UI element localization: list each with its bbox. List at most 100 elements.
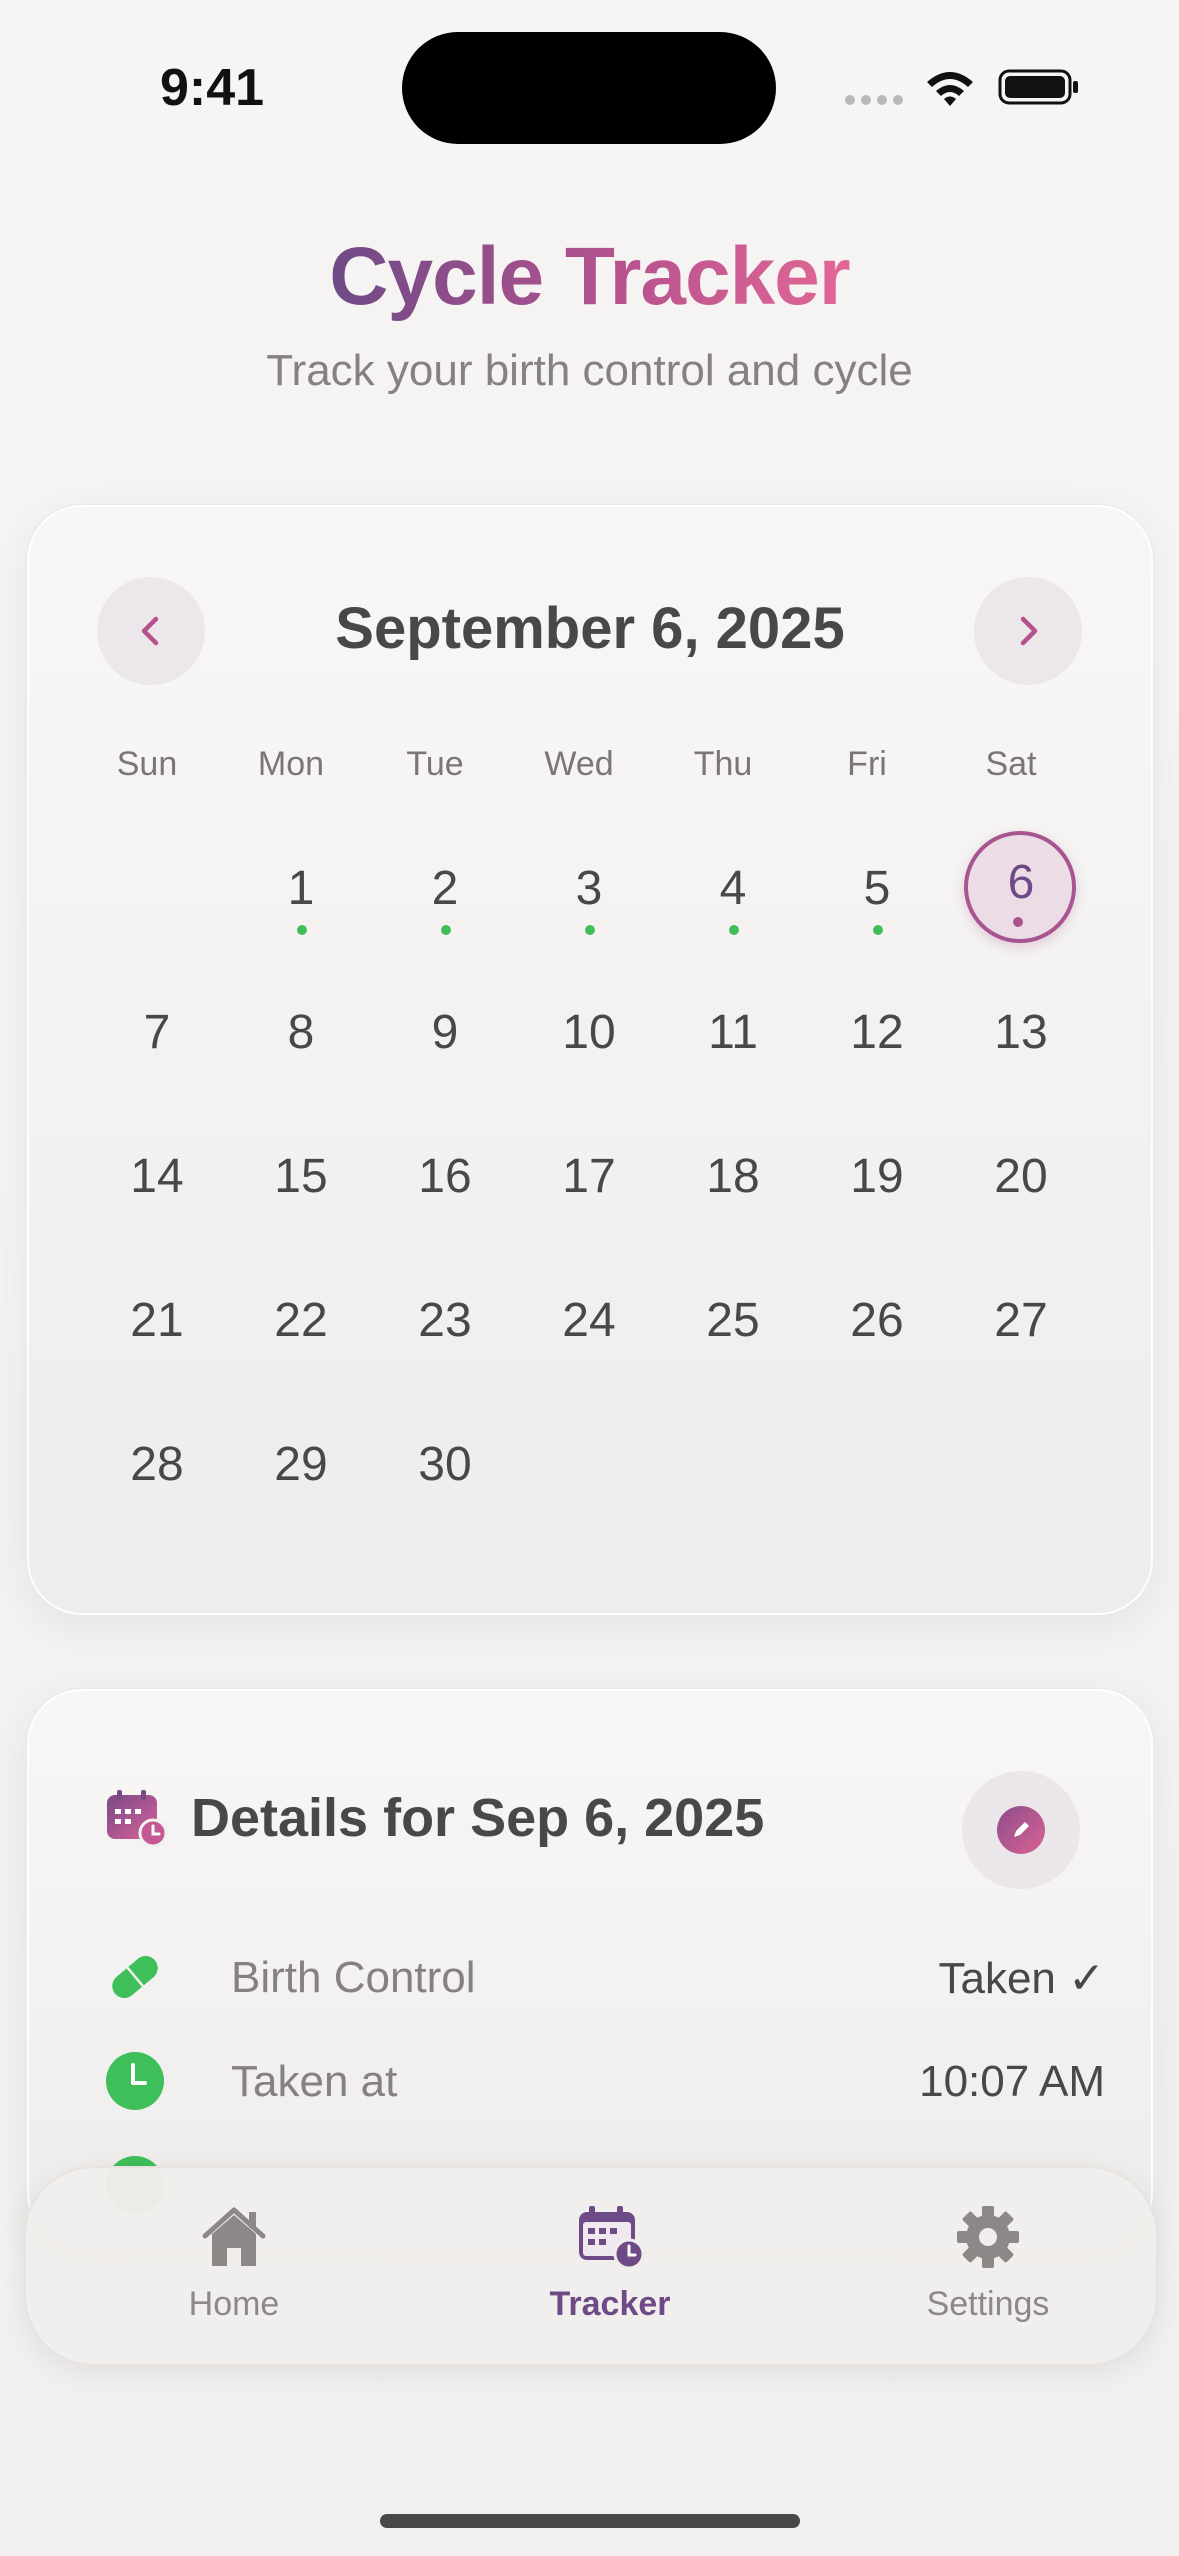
home-indicator xyxy=(380,2514,800,2528)
house-icon xyxy=(202,2207,266,2266)
tab-bar: Home Tracker Settings xyxy=(24,2166,1158,2366)
tab-tracker[interactable]: Tracker xyxy=(500,2204,720,2324)
calendar-day[interactable]: 3 xyxy=(529,831,649,951)
day-number: 20 xyxy=(994,1150,1048,1203)
clock-icon xyxy=(106,2052,164,2110)
calendar-day[interactable]: 7 xyxy=(97,975,217,1095)
tab-label: Settings xyxy=(926,2285,1050,2323)
day-number: 26 xyxy=(850,1294,904,1347)
calendar-day[interactable]: 15 xyxy=(241,1119,361,1239)
calendar-day[interactable]: 10 xyxy=(529,975,649,1095)
day-number: 2 xyxy=(431,862,459,915)
day-number: 27 xyxy=(994,1294,1048,1347)
calendar-day[interactable]: 13 xyxy=(961,975,1081,1095)
detail-value: 10:07 AM xyxy=(919,2057,1105,2106)
calendar-day[interactable]: 8 xyxy=(241,975,361,1095)
calendar-clock-icon xyxy=(579,2206,645,2270)
calendar-day[interactable]: 18 xyxy=(673,1119,793,1239)
detail-row-birth-control: Birth Control Taken ✓ xyxy=(105,1941,1105,2011)
tab-label: Tracker xyxy=(549,2285,671,2323)
day-number: 22 xyxy=(274,1294,328,1347)
weekday-label: Fri xyxy=(847,745,887,783)
day-number: 5 xyxy=(863,862,891,915)
taken-indicator-dot xyxy=(441,925,451,935)
day-number: 6 xyxy=(1007,856,1035,909)
taken-indicator-dot xyxy=(729,925,739,935)
wifi-icon xyxy=(927,72,973,106)
calendar-day[interactable]: 14 xyxy=(97,1119,217,1239)
day-number: 25 xyxy=(706,1294,760,1347)
day-number: 12 xyxy=(850,1006,904,1059)
calendar-day[interactable]: 25 xyxy=(673,1263,793,1383)
weekday-label: Tue xyxy=(406,745,464,783)
calendar-day[interactable]: 16 xyxy=(385,1119,505,1239)
calendar-day[interactable]: 23 xyxy=(385,1263,505,1383)
weekday-label: Thu xyxy=(693,745,753,783)
gear-icon xyxy=(957,2206,1019,2268)
day-number: 24 xyxy=(562,1294,616,1347)
day-number: 1 xyxy=(287,862,315,915)
day-number: 29 xyxy=(274,1438,328,1491)
next-month-button[interactable] xyxy=(974,577,1082,685)
day-number: 9 xyxy=(431,1006,459,1059)
calendar-day[interactable]: 22 xyxy=(241,1263,361,1383)
calendar-day[interactable]: 28 xyxy=(97,1407,217,1527)
dynamic-island xyxy=(402,32,776,144)
edit-button[interactable] xyxy=(962,1771,1080,1889)
calendar-day[interactable]: 5 xyxy=(817,831,937,951)
calendar-day[interactable]: 26 xyxy=(817,1263,937,1383)
page-header: Cycle Tracker Track your birth control a… xyxy=(0,230,1179,396)
day-number: 16 xyxy=(418,1150,472,1203)
weekday-header-row: Sun Mon Tue Wed Thu Fri Sat xyxy=(77,745,1101,795)
detail-label: Taken at xyxy=(231,2057,398,2106)
detail-value: Taken ✓ xyxy=(938,1954,1105,2003)
calendar-day[interactable]: 29 xyxy=(241,1407,361,1527)
day-number: 7 xyxy=(143,1006,171,1059)
detail-label: Birth Control xyxy=(231,1953,476,2002)
detail-row-taken-at: Taken at 10:07 AM xyxy=(105,2045,1105,2115)
calendar-day[interactable]: 27 xyxy=(961,1263,1081,1383)
page-subtitle: Track your birth control and cycle xyxy=(266,346,913,395)
pencil-icon xyxy=(997,1806,1045,1854)
calendar-day[interactable]: 17 xyxy=(529,1119,649,1239)
calendar-day[interactable]: 11 xyxy=(673,975,793,1095)
day-number: 15 xyxy=(274,1150,328,1203)
calendar-day[interactable]: 24 xyxy=(529,1263,649,1383)
day-number: 30 xyxy=(418,1438,472,1491)
calendar-day[interactable]: 21 xyxy=(97,1263,217,1383)
day-number: 4 xyxy=(719,862,747,915)
tab-settings[interactable]: Settings xyxy=(878,2204,1098,2324)
day-number: 17 xyxy=(562,1150,616,1203)
weekday-label: Sun xyxy=(116,745,178,783)
calendar-card: September 6, 2025 Sun Mon Tue Wed Thu Fri Sat … xyxy=(26,504,1154,1616)
day-number: 10 xyxy=(562,1006,616,1059)
day-number: 18 xyxy=(706,1150,760,1203)
day-number: 14 xyxy=(130,1150,184,1203)
cellular-signal-icon xyxy=(845,95,905,105)
calendar-day[interactable]: 4 xyxy=(673,831,793,951)
taken-indicator-dot xyxy=(585,925,595,935)
pill-icon xyxy=(112,1956,158,1998)
tab-home[interactable]: Home xyxy=(124,2204,344,2324)
weekday-label: Wed xyxy=(544,745,614,783)
taken-indicator-dot xyxy=(873,925,883,935)
calendar-day[interactable]: 20 xyxy=(961,1119,1081,1239)
day-number: 13 xyxy=(994,1006,1048,1059)
calendar-day[interactable]: 1 xyxy=(241,831,361,951)
weekday-label: Mon xyxy=(257,745,325,783)
details-title: Details for Sep 6, 2025 xyxy=(191,1788,765,1848)
day-number: 8 xyxy=(287,1006,315,1059)
taken-indicator-dot xyxy=(297,925,307,935)
chevron-right-icon xyxy=(1020,616,1038,646)
calendar-day[interactable]: 19 xyxy=(817,1119,937,1239)
calendar-day[interactable]: 9 xyxy=(385,975,505,1095)
status-bar: 9:41 xyxy=(0,0,1179,170)
tab-label: Home xyxy=(188,2285,280,2323)
calendar-day[interactable]: 12 xyxy=(817,975,937,1095)
calendar-day[interactable]: 30 xyxy=(385,1407,505,1527)
calendar-day-selected[interactable]: 6 xyxy=(961,831,1081,951)
calendar-day[interactable]: 2 xyxy=(385,831,505,951)
status-time: 9:41 xyxy=(160,59,265,117)
day-number: 19 xyxy=(850,1150,904,1203)
day-number: 23 xyxy=(418,1294,472,1347)
